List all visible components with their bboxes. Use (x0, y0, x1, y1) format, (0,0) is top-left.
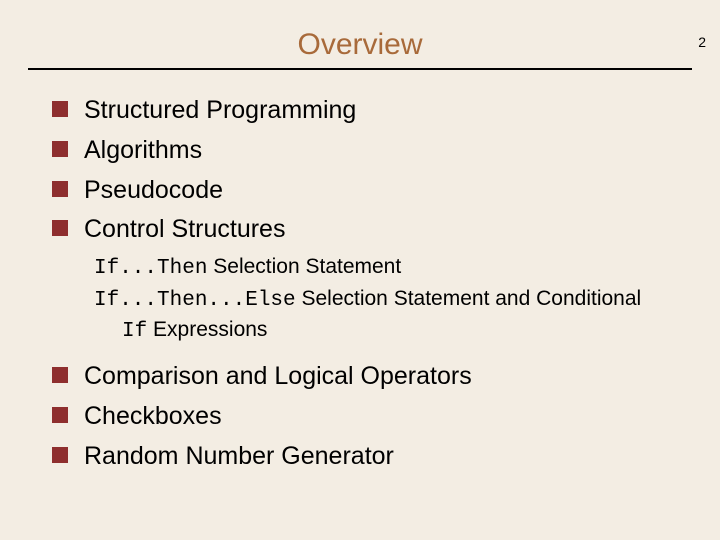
code-text: If (122, 320, 147, 343)
square-bullet-icon (52, 101, 68, 117)
page-number: 2 (698, 34, 706, 50)
bullet-text: Structured Programming (84, 94, 356, 128)
square-bullet-icon (52, 141, 68, 157)
list-item: Structured Programming (52, 94, 680, 128)
title-rule (28, 68, 692, 70)
sub-text: Selection Statement (207, 255, 401, 278)
square-bullet-icon (52, 181, 68, 197)
list-item: Random Number Generator (52, 440, 680, 474)
bullet-text: Pseudocode (84, 174, 223, 208)
sub-item-continuation: If Expressions (122, 316, 680, 346)
list-item: Comparison and Logical Operators (52, 360, 680, 394)
list-item: Control Structures (52, 213, 680, 247)
square-bullet-icon (52, 367, 68, 383)
content-area: Structured Programming Algorithms Pseudo… (52, 94, 680, 473)
bullet-text: Checkboxes (84, 400, 222, 434)
bullet-text: Control Structures (84, 213, 285, 247)
slide-title: Overview (0, 28, 720, 62)
square-bullet-icon (52, 220, 68, 236)
sub-text: Selection Statement and Conditional (296, 287, 642, 310)
bullet-text: Comparison and Logical Operators (84, 360, 472, 394)
list-item: Pseudocode (52, 174, 680, 208)
sub-text: Expressions (147, 318, 267, 341)
sub-item: If...Then...Else Selection Statement and… (94, 285, 680, 346)
list-item: Checkboxes (52, 400, 680, 434)
bullet-text: Algorithms (84, 134, 202, 168)
list-item: Algorithms (52, 134, 680, 168)
sub-item: If...Then Selection Statement (94, 253, 680, 283)
square-bullet-icon (52, 447, 68, 463)
bullet-text: Random Number Generator (84, 440, 394, 474)
square-bullet-icon (52, 407, 68, 423)
code-text: If...Then (94, 257, 207, 280)
slide: 2 Overview Structured Programming Algori… (0, 28, 720, 540)
code-text: If...Then...Else (94, 289, 296, 312)
